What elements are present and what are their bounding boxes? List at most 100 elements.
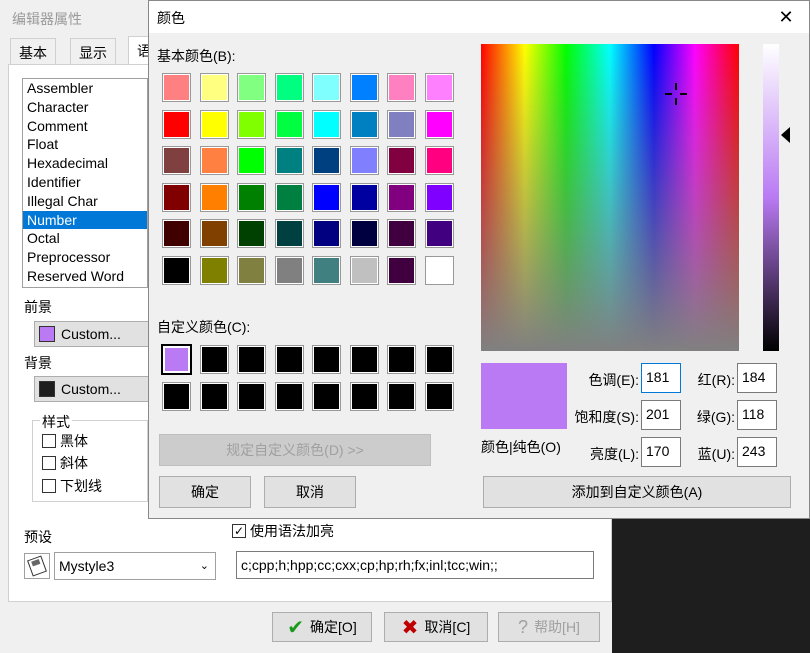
checkbox-box[interactable]: ✓ (232, 524, 246, 538)
color-spectrum[interactable] (481, 44, 739, 351)
basic-color-swatch[interactable] (387, 73, 416, 102)
basic-color-swatch[interactable] (237, 182, 266, 212)
basic-color-swatch[interactable] (162, 73, 191, 102)
basic-color-swatch[interactable] (349, 73, 379, 102)
basic-color-swatch[interactable] (237, 146, 266, 175)
list-item[interactable]: Preprocessor (23, 248, 147, 267)
basic-color-swatch[interactable] (162, 255, 191, 285)
basic-color-swatch[interactable] (312, 255, 341, 285)
basic-color-swatch[interactable] (349, 255, 379, 285)
dialog-cancel-button[interactable]: 取消 (264, 476, 356, 508)
basic-color-swatch[interactable] (274, 219, 304, 248)
custom-color-swatch[interactable] (424, 381, 454, 411)
tab-basic[interactable]: 基本 (10, 38, 56, 64)
basic-color-swatch[interactable] (349, 109, 379, 139)
custom-color-swatch[interactable] (424, 345, 454, 374)
basic-color-swatch[interactable] (424, 182, 454, 212)
basic-color-swatch[interactable] (387, 219, 416, 248)
custom-color-swatch[interactable] (349, 345, 379, 374)
list-item[interactable]: Float (23, 135, 147, 154)
list-item[interactable]: Illegal Char (23, 192, 147, 211)
syntax-highlight-checkbox[interactable]: ✓ 使用语法加亮 (232, 521, 334, 541)
basic-color-swatch[interactable] (162, 219, 191, 248)
foreground-color-button[interactable]: Custom... (34, 321, 150, 347)
basic-color-swatch[interactable] (312, 182, 341, 212)
define-custom-colors-button[interactable]: 规定自定义颜色(D) >> (159, 434, 431, 466)
list-item[interactable]: Hexadecimal (23, 154, 147, 173)
basic-color-swatch[interactable] (274, 109, 304, 139)
basic-color-swatch[interactable] (237, 109, 266, 139)
extensions-input[interactable]: c;cpp;h;hpp;cc;cxx;cp;hp;rh;fx;inl;tcc;w… (236, 551, 594, 579)
custom-color-swatch[interactable] (387, 345, 416, 374)
custom-color-swatch[interactable] (349, 381, 379, 411)
basic-color-swatch[interactable] (274, 255, 304, 285)
basic-color-swatch[interactable] (162, 109, 191, 139)
hue-input[interactable]: 181 (641, 363, 681, 393)
checkbox-box[interactable] (42, 434, 56, 448)
basic-color-swatch[interactable] (387, 182, 416, 212)
custom-color-swatch[interactable] (162, 381, 191, 411)
basic-color-swatch[interactable] (312, 109, 341, 139)
custom-color-swatch[interactable] (199, 381, 229, 411)
basic-color-swatch[interactable] (274, 146, 304, 175)
luminance-slider[interactable] (763, 44, 779, 351)
basic-color-swatch[interactable] (424, 109, 454, 139)
custom-color-swatch[interactable] (199, 345, 229, 374)
editor-help-button[interactable]: ? 帮助[H] (498, 612, 600, 642)
basic-color-swatch[interactable] (387, 255, 416, 285)
blue-input[interactable]: 243 (737, 437, 777, 467)
basic-color-swatch[interactable] (274, 182, 304, 212)
basic-color-swatch[interactable] (424, 146, 454, 175)
basic-color-swatch[interactable] (349, 146, 379, 175)
basic-color-swatch[interactable] (424, 255, 454, 285)
background-color-button[interactable]: Custom... (34, 376, 150, 402)
custom-color-swatch[interactable] (312, 345, 341, 374)
luminance-arrow-icon[interactable] (781, 127, 790, 143)
list-item[interactable]: Octal (23, 229, 147, 248)
custom-color-swatch[interactable] (237, 381, 266, 411)
green-input[interactable]: 118 (737, 400, 777, 430)
editor-ok-button[interactable]: ✔ 确定[O] (272, 612, 372, 642)
basic-color-swatch[interactable] (199, 73, 229, 102)
custom-color-swatch[interactable] (387, 381, 416, 411)
basic-color-swatch[interactable] (424, 219, 454, 248)
tab-display[interactable]: 显示 (70, 38, 116, 64)
basic-color-swatch[interactable] (199, 182, 229, 212)
checkbox-box[interactable] (42, 456, 56, 470)
custom-color-swatch[interactable] (237, 345, 266, 374)
add-to-custom-colors-button[interactable]: 添加到自定义颜色(A) (483, 476, 791, 508)
list-item-selected[interactable]: Number (23, 210, 147, 230)
custom-color-swatch[interactable] (274, 381, 304, 411)
basic-color-swatch[interactable] (312, 219, 341, 248)
preset-select[interactable]: Mystyle3 ⌄ (54, 552, 216, 580)
preset-icon-button[interactable] (24, 553, 50, 579)
list-item[interactable]: Character (23, 98, 147, 117)
bold-checkbox[interactable]: 黑体 (42, 431, 88, 451)
basic-color-swatch[interactable] (199, 255, 229, 285)
red-input[interactable]: 184 (737, 363, 777, 393)
italic-checkbox[interactable]: 斜体 (42, 453, 88, 473)
basic-color-swatch[interactable] (387, 146, 416, 175)
checkbox-box[interactable] (42, 479, 56, 493)
custom-color-swatch[interactable] (161, 344, 192, 375)
basic-color-swatch[interactable] (274, 73, 304, 102)
basic-color-swatch[interactable] (162, 146, 191, 175)
list-item[interactable]: Identifier (23, 173, 147, 192)
basic-color-swatch[interactable] (199, 146, 229, 175)
list-item[interactable]: Assembler (23, 79, 147, 98)
custom-color-swatch[interactable] (274, 345, 304, 374)
saturation-input[interactable]: 201 (641, 400, 681, 430)
close-icon[interactable]: ✕ (771, 5, 801, 29)
basic-color-swatch[interactable] (237, 219, 266, 248)
basic-color-swatch[interactable] (237, 255, 266, 285)
dialog-ok-button[interactable]: 确定 (159, 476, 251, 508)
token-list[interactable]: Assembler Character Comment Float Hexade… (22, 78, 148, 288)
basic-color-swatch[interactable] (312, 73, 341, 102)
basic-color-swatch[interactable] (162, 182, 191, 212)
basic-color-swatch[interactable] (349, 219, 379, 248)
custom-color-swatch[interactable] (312, 381, 341, 411)
underline-checkbox[interactable]: 下划线 (42, 476, 102, 496)
list-item[interactable]: Reserved Word (23, 267, 147, 286)
basic-color-swatch[interactable] (199, 109, 229, 139)
crosshair-icon[interactable] (665, 83, 687, 105)
